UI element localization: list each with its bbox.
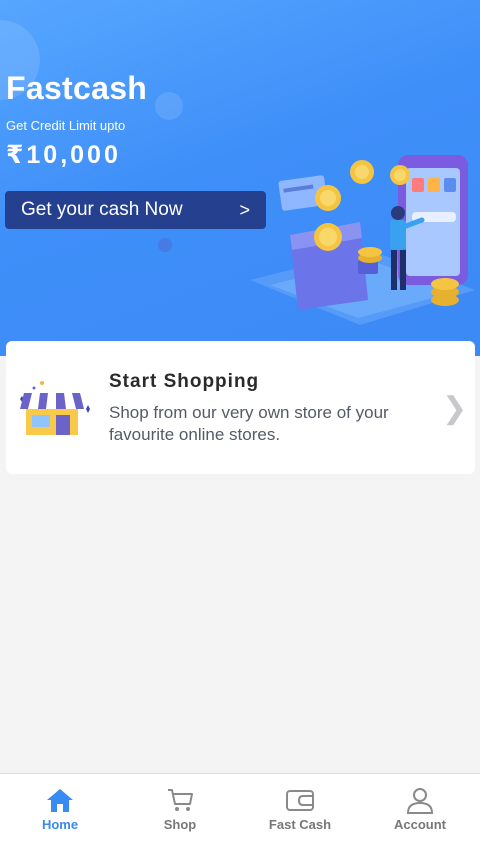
- user-icon: [406, 788, 434, 814]
- decor-bubble: [155, 92, 183, 120]
- card-title: Start Shopping: [109, 371, 260, 392]
- hero-banner: Fastcash Get Credit Limit upto ₹10,000 G…: [0, 0, 480, 356]
- nav-home-label: Home: [41, 817, 79, 832]
- credit-amount: ₹10,000: [6, 141, 121, 169]
- nav-shop-label: Shop: [163, 817, 197, 832]
- wallet-icon: [286, 790, 314, 811]
- hero-title: Fastcash: [6, 70, 148, 106]
- nav-home[interactable]: Home: [0, 774, 120, 853]
- wallet-illustration-icon: [250, 155, 475, 325]
- chevron-right-icon: ❯: [442, 392, 468, 425]
- get-cash-button[interactable]: Get your cash Now >: [5, 191, 266, 229]
- bottom-navigation: Home Shop Fast Cash Account: [0, 773, 480, 853]
- hero-subtitle: Get Credit Limit upto: [6, 118, 126, 133]
- nav-shop[interactable]: Shop: [120, 774, 240, 853]
- nav-account-label: Account: [394, 817, 446, 832]
- card-description: Shop from our very own store of your fav…: [109, 403, 389, 444]
- decor-bubble: [158, 238, 172, 252]
- nav-fast-cash[interactable]: Fast Cash: [240, 774, 360, 853]
- get-cash-button-label: Get your cash Now: [21, 199, 183, 220]
- nav-account[interactable]: Account: [360, 774, 480, 853]
- home-icon: [47, 789, 73, 812]
- nav-fast-cash-label: Fast Cash: [268, 817, 332, 832]
- start-shopping-card[interactable]: Start Shopping Shop from our very own st…: [6, 341, 475, 474]
- cart-icon: [168, 789, 193, 811]
- store-icon: [20, 381, 90, 435]
